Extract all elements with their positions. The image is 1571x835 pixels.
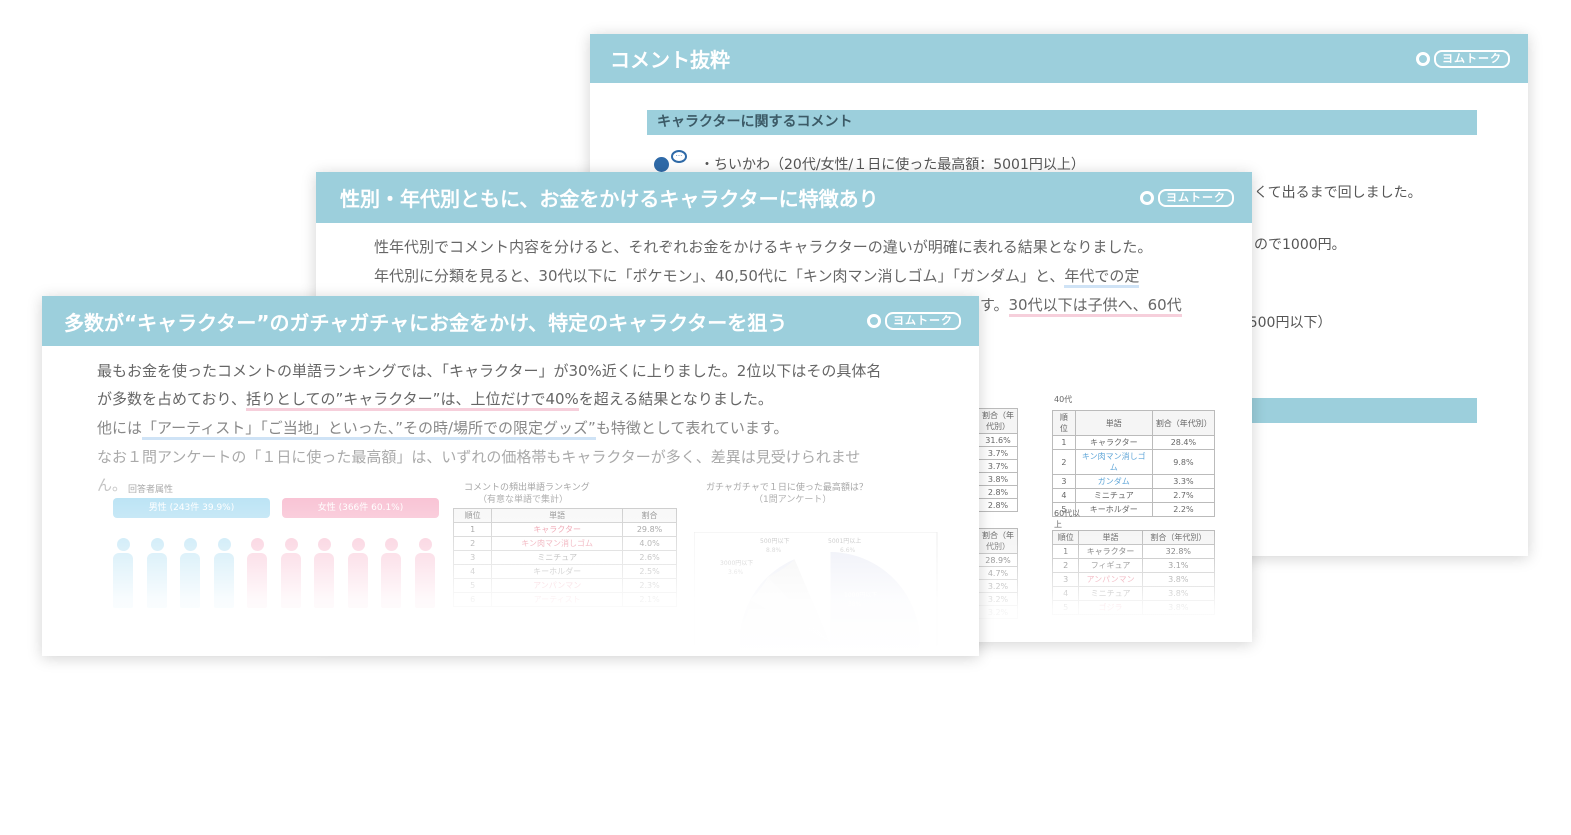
pie-pct: 6.6% [840,547,856,554]
word-ranking-table: 順位 単語 割合 1 キャラクター 29.8% 2 キン肉マン消しゴム 4.0% 3 ミニチュ… [452,508,677,607]
male-legend: 男性 (243件 39.9%) [113,498,270,518]
body-text: 年代別に分類を見ると、30代以下に「ポケモン」、40,50代に「キン肉マン消しゴ… [374,265,1140,288]
pie-subtitle: （1問アンケート） [754,495,832,505]
age-table-partial: 割合（年代別） 31.6% 3.7% 3.7% 3.8% 2.8% 2.8% [978,408,1018,512]
section-bar [1252,398,1477,423]
slide-header: 性別・年代別ともに、お金をかけるキャラクターに特徴あり ヨムトーク [316,172,1252,223]
comment-text: ので1000円。 [1254,237,1346,253]
female-person-icon [278,538,304,608]
female-person-icon [378,538,404,608]
comment-text: くて出るまで回しました。 [1254,185,1422,201]
pie-label: 1000円以下 [844,592,877,599]
pie-label: 3000円以下 [720,560,753,567]
comment-text: /500円以下） [1244,315,1332,331]
slide-header: 多数が“キャラクター”のガチャガチャにお金をかけ、特定のキャラクターを狙う ヨム… [42,296,979,346]
section-title: キャラクターに関するコメント [647,110,1477,135]
body-text: ん。 [97,476,128,494]
body-text: 最もお金を使ったコメントの単語ランキングでは、「キャラクター」が30%近くに上り… [97,362,882,380]
slide-character-ranking: 多数が“キャラクター”のガチャガチャにお金をかけ、特定のキャラクターを狙う ヨム… [42,296,979,656]
slide-title: 性別・年代別ともに、お金をかけるキャラクターに特徴あり [340,187,879,211]
logo: ヨムトーク [1140,188,1234,207]
age-table-partial: 割合（年代別） 28.9% 4.7% 3.2% 3.2% 3.2% [978,528,1018,619]
age-table-60: 順位 単語 割合（年代別） 1 キャラクター 32.8% 2 フィギュア 3.1% 3 アンパ… [1051,530,1216,615]
female-person-icon [412,538,438,608]
age-label-40: 40代 [1054,395,1073,404]
pie-chart: 500円以下 5001円以上 3000円以下 1000円以下 8.8% 6.6%… [694,532,938,656]
slide-title: 多数が“キャラクター”のガチャガチャにお金をかけ、特定のキャラクターを狙う [64,310,788,335]
pie-pct: 38% [848,601,862,608]
magnifier-icon [1416,51,1430,66]
body-text: 他には「アーティスト」「ご当地」といった、”その時/場所での限定グッズ”も特徴と… [97,417,788,440]
magnifier-icon [1140,190,1154,205]
logo: ヨムトーク [1416,49,1510,68]
male-person-icon [177,538,203,608]
pie-label: 5001円以上 [828,537,861,545]
female-person-icon [244,538,270,608]
slide-title: コメント抜粋 [610,48,730,72]
speaker-icon: ··· [654,150,690,174]
ranking-subtitle: （有意な単語で集計） [478,495,569,505]
body-text: す。30代以下は子供へ、60代 [980,294,1182,317]
comment-text: ・ちいかわ（20代/女性/１日に使った最高額：5001円以上） [700,157,1085,173]
male-person-icon [110,538,136,608]
body-text: 性年代別でコメント内容を分けると、それぞれお金をかけるキャラクターの違いが明確に… [374,238,1153,256]
slide-header: コメント抜粋 ヨムトーク [590,34,1528,83]
magnifier-icon [867,314,881,328]
pie-pct: 3.6% [728,569,744,576]
body-text: なお１問アンケートの「１日に使った最高額」は、いずれの価格帯もキャラクターが多く… [97,448,861,466]
female-person-icon [311,538,337,608]
logo: ヨムトーク [867,312,961,330]
age-label-60: 60代以上 [1054,509,1081,529]
female-legend: 女性 (366件 60.1%) [282,498,439,518]
body-text: が多数を占めており、括りとしての”キャラクター”は、上位だけで40%を超える結果… [97,388,773,411]
age-table-40: 順位 単語 割合（年代別） 1 キャラクター 28.4% 2 キン肉マン消しゴム 9.8% … [1052,410,1216,517]
male-person-icon [211,538,237,608]
attr-label: 回答者属性 [128,485,174,495]
pie-pct: 8.8% [766,547,782,554]
male-person-icon [144,538,170,608]
female-person-icon [345,538,371,608]
pie-label: 500円以下 [760,538,789,545]
